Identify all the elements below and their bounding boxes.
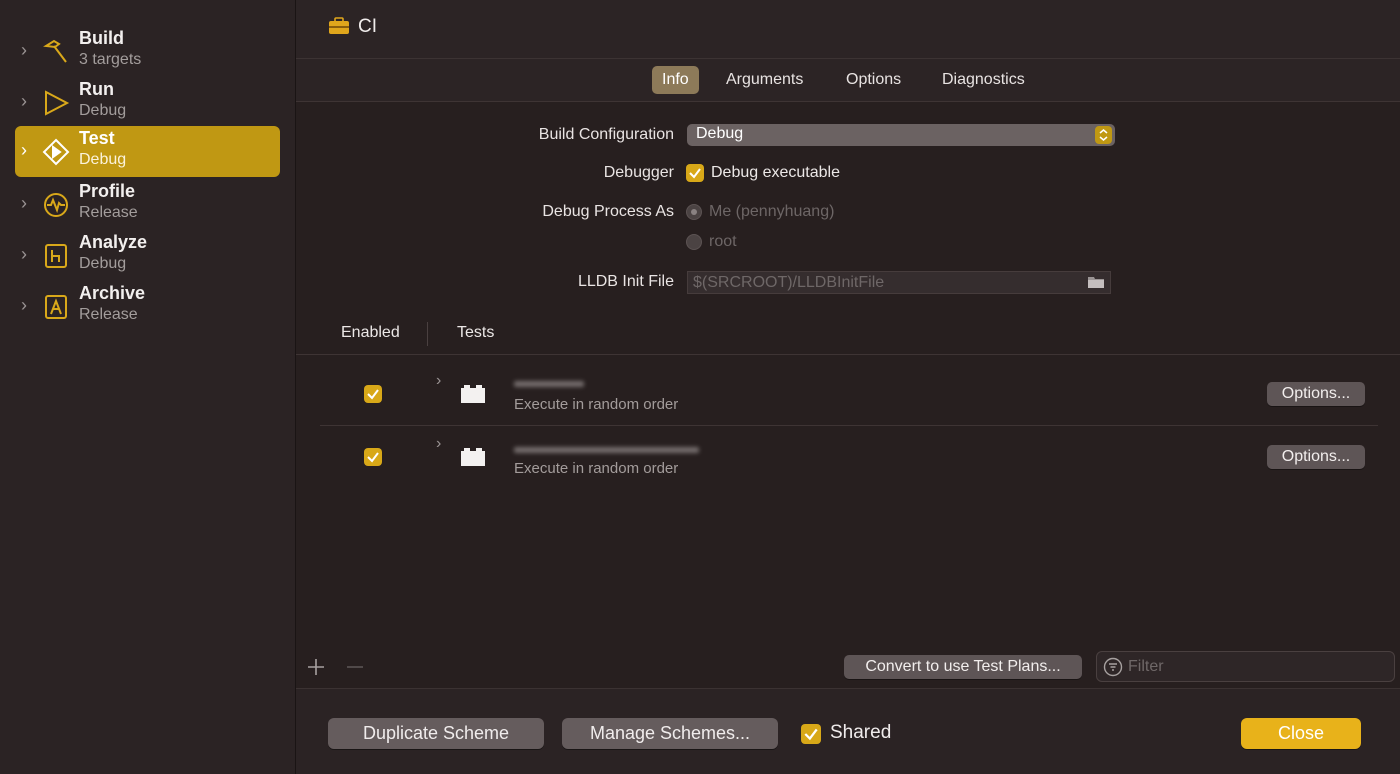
debug-executable-checkbox[interactable] bbox=[686, 164, 704, 182]
scheme-name: CI bbox=[358, 16, 377, 37]
analyze-icon bbox=[42, 242, 70, 270]
sidebar-item-subtitle: Release bbox=[79, 306, 138, 323]
chevron-right-icon[interactable]: › bbox=[436, 435, 441, 453]
lldb-init-file-placeholder: $(SRCROOT)/LLDBInitFile bbox=[693, 274, 885, 291]
chevron-right-icon[interactable]: › bbox=[21, 295, 35, 315]
test-order-description: Execute in random order bbox=[514, 460, 679, 477]
sidebar-item-test[interactable]: › Test Debug bbox=[15, 126, 280, 177]
duplicate-scheme-button[interactable]: Duplicate Scheme bbox=[328, 718, 544, 749]
shared-checkbox[interactable] bbox=[801, 724, 821, 744]
sidebar-item-subtitle: Debug bbox=[79, 102, 127, 119]
sidebar-item-title: Test bbox=[79, 128, 115, 148]
build-configuration-value: Debug bbox=[696, 125, 744, 142]
filter-placeholder: Filter bbox=[1128, 658, 1164, 675]
sidebar-item-analyze[interactable]: › Analyze Debug bbox=[15, 230, 280, 281]
tab-diagnostics[interactable]: Diagnostics bbox=[932, 66, 1035, 94]
debug-process-as-label: Debug Process As bbox=[542, 203, 674, 220]
filter-icon bbox=[1103, 657, 1123, 682]
chevron-right-icon[interactable]: › bbox=[21, 40, 35, 60]
test-bundle-icon bbox=[460, 384, 486, 409]
debugger-label: Debugger bbox=[603, 164, 674, 181]
test-options-button[interactable]: Options... bbox=[1267, 445, 1365, 469]
manage-schemes-button[interactable]: Manage Schemes... bbox=[562, 718, 778, 749]
hammer-icon bbox=[42, 38, 70, 66]
sidebar-item-build[interactable]: › Build 3 targets bbox=[15, 26, 280, 77]
tab-info[interactable]: Info bbox=[652, 66, 699, 94]
tab-arguments[interactable]: Arguments bbox=[716, 66, 813, 94]
sidebar-item-profile[interactable]: › Profile Release bbox=[15, 179, 280, 230]
test-order-description: Execute in random order bbox=[514, 396, 679, 413]
test-options-button[interactable]: Options... bbox=[1267, 382, 1365, 406]
test-target-name bbox=[514, 440, 699, 458]
sidebar-item-title: Build bbox=[79, 28, 124, 48]
radio-me[interactable] bbox=[686, 204, 702, 220]
test-target-name bbox=[514, 374, 584, 392]
chevron-right-icon[interactable]: › bbox=[436, 372, 441, 390]
sidebar-item-run[interactable]: › Run Debug bbox=[15, 77, 280, 128]
debug-executable-label: Debug executable bbox=[711, 164, 840, 181]
row-divider bbox=[320, 425, 1378, 426]
scheme-action-sidebar: › Build 3 targets › Run Debug › Test Deb… bbox=[0, 0, 296, 774]
scheme-title-bar: CI bbox=[296, 0, 1400, 59]
sidebar-item-title: Profile bbox=[79, 181, 136, 201]
chevron-up-down-icon bbox=[1095, 126, 1112, 144]
sidebar-item-title: Analyze bbox=[79, 232, 148, 252]
test-bundle-icon bbox=[460, 447, 486, 472]
sidebar-item-title: Archive bbox=[79, 283, 146, 303]
remove-test-button[interactable] bbox=[345, 657, 365, 682]
table-row[interactable]: › Execute in random order Options... bbox=[296, 430, 1400, 492]
chevron-right-icon[interactable]: › bbox=[21, 193, 35, 213]
play-icon bbox=[42, 89, 70, 117]
tab-options[interactable]: Options bbox=[836, 66, 911, 94]
column-tests[interactable]: Tests bbox=[457, 324, 494, 342]
test-enabled-checkbox[interactable] bbox=[364, 385, 382, 403]
chevron-right-icon[interactable]: › bbox=[21, 140, 35, 160]
radio-root-label: root bbox=[709, 233, 737, 250]
column-divider bbox=[427, 322, 428, 346]
convert-to-test-plans-button[interactable]: Convert to use Test Plans... bbox=[844, 655, 1082, 679]
build-configuration-select[interactable]: Debug bbox=[687, 124, 1115, 146]
lldb-init-file-field[interactable]: $(SRCROOT)/LLDBInitFile bbox=[687, 271, 1111, 294]
radio-root[interactable] bbox=[686, 234, 702, 250]
test-enabled-checkbox[interactable] bbox=[364, 448, 382, 466]
folder-icon[interactable] bbox=[1087, 275, 1105, 294]
tests-table-header: Enabled Tests bbox=[296, 314, 1400, 355]
toolbox-icon bbox=[328, 17, 350, 35]
tab-bar: Info Arguments Options Diagnostics bbox=[296, 59, 1400, 102]
lldb-init-file-label: LLDB Init File bbox=[577, 273, 674, 290]
waveform-icon bbox=[42, 191, 70, 219]
test-diamond-icon bbox=[42, 138, 70, 166]
sidebar-item-subtitle: Release bbox=[79, 204, 138, 221]
sidebar-item-subtitle: Debug bbox=[79, 151, 127, 168]
chevron-right-icon[interactable]: › bbox=[21, 91, 35, 111]
radio-me-label: Me (pennyhuang) bbox=[709, 203, 835, 220]
table-row[interactable]: › Execute in random order Options... bbox=[296, 366, 1400, 428]
filter-input[interactable]: Filter bbox=[1096, 651, 1395, 682]
column-enabled[interactable]: Enabled bbox=[341, 324, 400, 342]
shared-label: Shared bbox=[830, 722, 892, 743]
close-button[interactable]: Close bbox=[1241, 718, 1361, 749]
dialog-footer: Duplicate Scheme Manage Schemes... Share… bbox=[296, 689, 1400, 774]
sidebar-item-archive[interactable]: › Archive Release bbox=[15, 281, 280, 332]
sidebar-item-title: Run bbox=[79, 79, 114, 99]
build-configuration-label: Build Configuration bbox=[538, 126, 674, 143]
archive-icon bbox=[42, 293, 70, 321]
add-test-button[interactable] bbox=[306, 657, 326, 682]
sidebar-item-subtitle: 3 targets bbox=[79, 51, 142, 68]
sidebar-item-subtitle: Debug bbox=[79, 255, 127, 272]
chevron-right-icon[interactable]: › bbox=[21, 244, 35, 264]
